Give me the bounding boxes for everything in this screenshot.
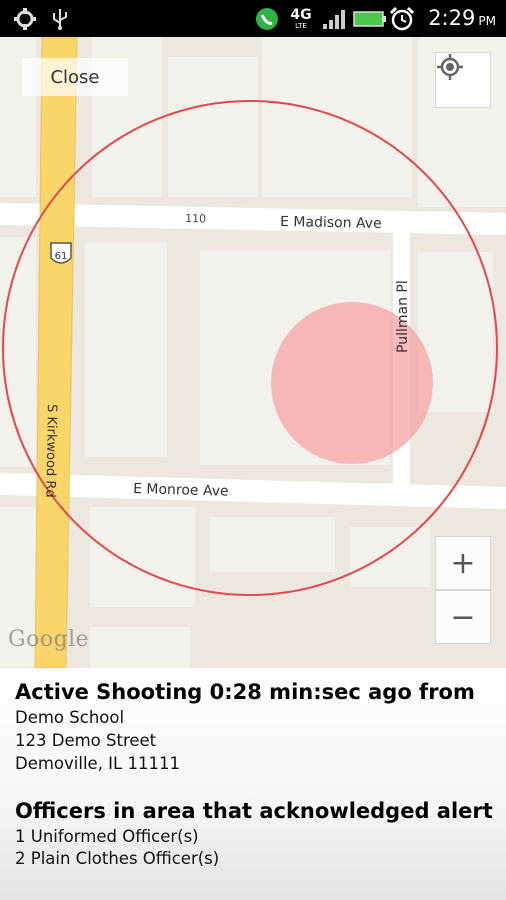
location-city: Demoville, IL 11111 (15, 754, 180, 773)
uniformed-officers: 1 Uniformed Officer(s) (15, 827, 199, 846)
route-shield-icon: 61 (50, 242, 72, 264)
crosshair-icon (437, 54, 463, 80)
street-label-monroe: E Monroe Ave (133, 481, 229, 500)
usb-debugging-icon (10, 0, 40, 37)
route-shield-label: 61 (55, 251, 68, 262)
location-name: Demo School (15, 708, 125, 727)
map-view[interactable]: 61 110 E Madison Ave E Monroe Ave Pullma… (0, 37, 506, 668)
google-logo: Google (8, 627, 90, 652)
map-block (350, 527, 430, 587)
battery-icon (352, 0, 388, 37)
alert-title: Active Shooting 0:28 min:sec ago from (15, 680, 475, 704)
close-button[interactable]: Close (22, 58, 128, 96)
street-label-pullman: Pullman Pl (395, 280, 411, 353)
phone-signal-icon (253, 0, 281, 37)
road-monroe (0, 473, 506, 509)
location-street: 123 Demo Street (15, 731, 157, 750)
status-bar: 4G LTE 2:29 PM (0, 0, 506, 37)
clock: 2:29 PM (428, 6, 496, 30)
my-location-button[interactable] (435, 52, 491, 108)
4g-lte-icon: 4G LTE (290, 6, 312, 30)
map-block (90, 627, 190, 668)
map-block (210, 517, 335, 572)
map-block (85, 242, 167, 457)
map-block (90, 507, 195, 607)
officers-title: Officers in area that acknowledged alert (15, 799, 493, 823)
signal-bars-icon (320, 0, 350, 37)
zoom-in-button[interactable]: + (435, 536, 491, 590)
alert-info-panel: Active Shooting 0:28 min:sec ago from De… (0, 668, 506, 900)
alarm-icon (388, 0, 416, 37)
street-label-kirkwood: S Kirkwood Rd (42, 404, 59, 498)
minus-icon: − (450, 599, 476, 635)
street-number-label: 110 (185, 212, 206, 225)
plain-clothes-officers: 2 Plain Clothes Officer(s) (15, 849, 220, 868)
close-button-label: Close (50, 66, 100, 88)
street-label-madison: E Madison Ave (280, 214, 382, 232)
road-madison (0, 203, 506, 235)
zoom-out-button[interactable]: − (435, 590, 491, 644)
usb-icon (48, 0, 72, 37)
road-kirkwood (34, 37, 78, 668)
plus-icon: + (450, 545, 476, 581)
map-canvas[interactable]: 61 110 E Madison Ave E Monroe Ave Pullma… (0, 37, 506, 668)
map-block (168, 57, 258, 197)
